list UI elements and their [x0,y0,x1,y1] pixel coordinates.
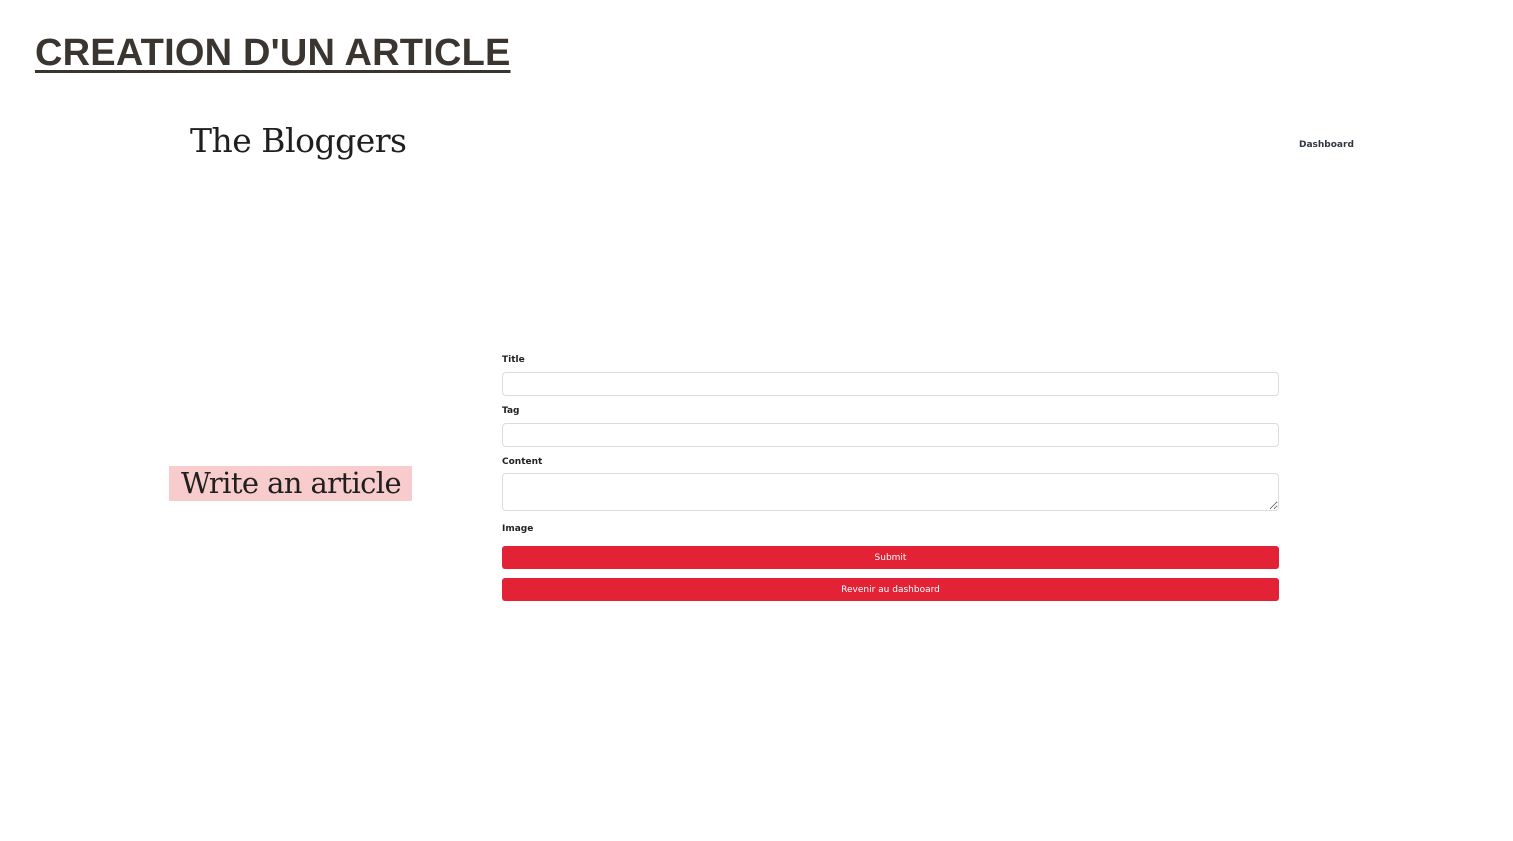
title-label: Title [502,355,525,365]
image-label: Image [502,524,534,534]
content-label: Content [502,457,543,467]
back-to-dashboard-button[interactable]: Revenir au dashboard [502,578,1279,601]
title-input[interactable] [502,372,1279,396]
nav-dashboard-link[interactable]: Dashboard [1299,140,1354,150]
content-textarea[interactable] [502,473,1279,511]
tag-input[interactable] [502,423,1279,447]
slide-heading: CREATION D'UN ARTICLE [35,32,511,74]
submit-button[interactable]: Submit [502,546,1279,569]
site-brand[interactable]: The Bloggers [190,121,407,160]
tag-label: Tag [502,406,520,416]
page: CREATION D'UN ARTICLE The Bloggers Dashb… [0,0,1513,841]
write-article-heading: Write an article [169,466,412,501]
